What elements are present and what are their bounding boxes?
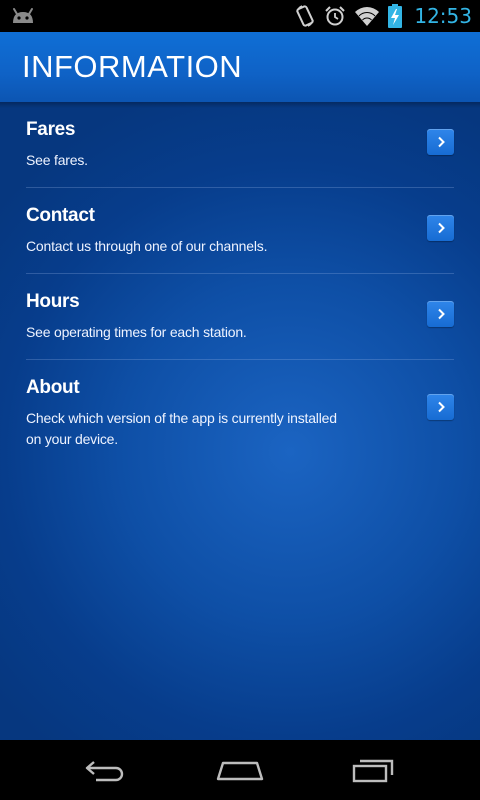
app-screen: INFORMATION Fares See fares. Contact Con… (0, 32, 480, 740)
list-item-about[interactable]: About Check which version of the app is … (26, 360, 454, 466)
list-item-description: Contact us through one of our channels. (26, 238, 268, 254)
battery-charging-icon (388, 4, 403, 28)
list-item-title: Fares (26, 119, 76, 140)
status-bar: 12:53 (0, 0, 480, 32)
list-item-description: Check which version of the app is curren… (26, 410, 337, 447)
page-title: INFORMATION (22, 49, 243, 84)
list-item-contact[interactable]: Contact Contact us through one of our ch… (26, 188, 454, 274)
wifi-icon (354, 5, 380, 27)
list-item-title: Hours (26, 291, 80, 312)
back-button[interactable] (67, 740, 147, 800)
list-item-description: See fares. (26, 152, 88, 168)
information-list: Fares See fares. Contact Contact us thro… (26, 102, 454, 466)
rotate-icon (294, 4, 316, 28)
app-header: INFORMATION (0, 32, 480, 108)
recent-apps-icon (353, 759, 394, 783)
system-nav-bar (0, 740, 480, 800)
list-item-title: About (26, 377, 80, 398)
home-icon (216, 761, 264, 781)
home-button[interactable] (200, 740, 280, 800)
status-time: 12:53 (414, 4, 472, 28)
chevron-right-icon[interactable] (427, 301, 454, 327)
chevron-right-icon[interactable] (427, 394, 454, 420)
chevron-right-icon[interactable] (427, 129, 454, 155)
list-item-title: Contact (26, 205, 95, 226)
list-item-description: See operating times for each station. (26, 324, 247, 340)
recent-apps-button[interactable] (333, 740, 413, 800)
chevron-right-icon[interactable] (427, 215, 454, 241)
list-item-fares[interactable]: Fares See fares. (26, 102, 454, 188)
android-notification-icon (10, 6, 36, 26)
back-icon (85, 761, 123, 782)
alarm-icon (324, 5, 346, 27)
list-item-hours[interactable]: Hours See operating times for each stati… (26, 274, 454, 360)
